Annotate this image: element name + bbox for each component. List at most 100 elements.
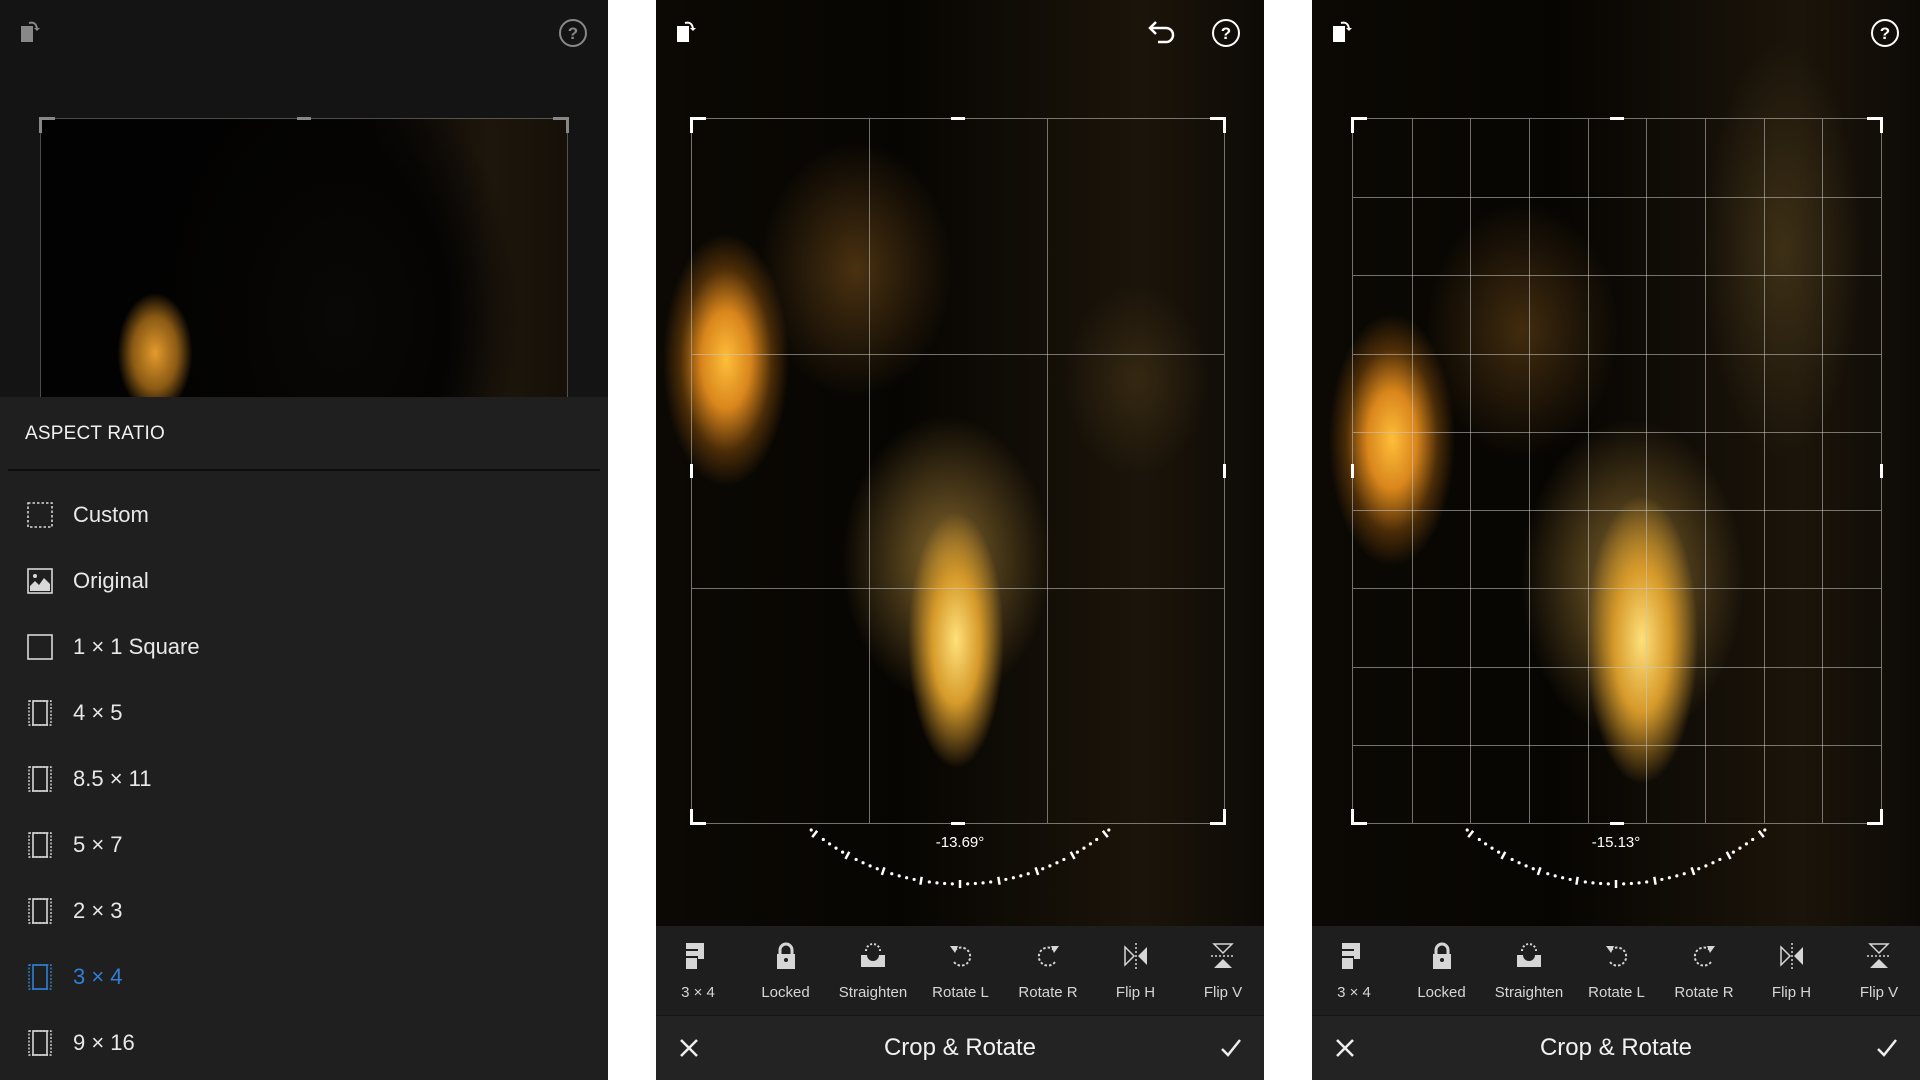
dial-tick [844,851,851,860]
aspect-ratio-item[interactable]: 4 × 5 [0,683,608,743]
grid-line [1353,588,1881,590]
dial-tick [1690,866,1696,876]
grid-line [1353,666,1881,668]
help-icon[interactable]: ? [1211,18,1241,48]
dial-dot [1088,842,1093,846]
bottom-edge-handle[interactable] [1610,822,1624,825]
tool-flip-horizontal[interactable]: Flip H [1748,926,1836,1015]
dial-tick [880,866,886,876]
dial-tick [1536,866,1542,876]
tool-flip-horizontal[interactable]: Flip H [1092,926,1180,1015]
bottom-edge-handle[interactable] [951,822,965,825]
tool-label: Rotate L [932,984,989,1001]
right-edge-handle[interactable] [1880,464,1883,478]
flip-horizontal-icon [1123,943,1147,969]
aspect-ratio-item[interactable]: Custom [0,485,608,545]
svg-text:?: ? [1880,24,1890,43]
dial-dot [935,881,939,885]
aspect-ratio-label: 1 × 1 Square [73,634,200,659]
rotate-canvas-icon[interactable] [20,18,50,48]
rotate-right-icon [1693,946,1715,967]
title-bar: Crop & Rotate [656,1015,1264,1080]
aspect-ratio-label: 2 × 3 [73,898,123,923]
dial-dot [1546,872,1550,876]
dial-tick [1034,866,1040,876]
aspect-ratio-item[interactable]: 3 × 4 [0,947,608,1007]
aspect-ratio-item[interactable]: 8.5 × 11 [0,749,608,809]
dial-dot [1531,867,1535,871]
dial-dot [1697,867,1701,871]
crop-frame[interactable] [690,117,1226,825]
tool-rotate-left[interactable]: Rotate L [917,926,1005,1015]
dial-dot [1062,857,1066,862]
dial-dot [861,861,865,865]
dial-dot [1490,846,1494,850]
left-edge-handle[interactable] [690,464,693,478]
tool-flip-vertical[interactable]: Flip V [1179,926,1264,1015]
check-icon[interactable] [1216,1033,1246,1063]
crop-toolbar: 3 × 4 Locked Straighten Rotate L Rotate R Fli… [656,926,1264,1015]
tool-aspect-ratio[interactable]: 3 × 4 [656,926,742,1015]
dial-dot [905,876,909,880]
svg-text:?: ? [568,24,578,43]
crop-frame[interactable] [1351,117,1883,825]
help-icon[interactable]: ? [1870,18,1900,48]
check-icon[interactable] [1872,1033,1902,1063]
dial-dot [868,864,872,868]
rotate-left-icon [1605,946,1627,967]
angle-readout: -13.69° [935,834,985,851]
dial-tick [997,876,1001,885]
dial-dot [1004,877,1008,882]
crop-frame[interactable] [39,117,569,398]
svg-text:?: ? [1221,24,1231,43]
dial-dot [827,842,832,846]
grid-line [1763,119,1765,823]
dial-dot [1075,850,1079,854]
grid-line [1587,119,1589,823]
rotate-canvas-icon[interactable] [1332,18,1362,48]
dial-dot [1591,881,1595,885]
tool-aspect-ratio[interactable]: 3 × 4 [1312,926,1398,1015]
grid-line [869,119,871,823]
grid-line [1411,119,1413,823]
aspect-ratio-item[interactable]: 9 × 16 [0,1013,608,1073]
dial-dot [1682,872,1686,876]
dial-dot [1483,842,1488,846]
tool-straighten[interactable]: Straighten [829,926,917,1015]
dial-dot [1744,842,1749,846]
tool-rotate-left[interactable]: Rotate L [1573,926,1661,1015]
tool-straighten[interactable]: Straighten [1485,926,1573,1015]
rotate-canvas-icon[interactable] [676,18,706,48]
top-edge-handle[interactable] [1610,117,1624,120]
aspect-ratio-item[interactable]: 2 × 3 [0,881,608,941]
tool-label: 3 × 4 [1337,984,1371,1001]
aspect-ratio-item[interactable]: Original [0,551,608,611]
straighten-icon [861,943,885,967]
portrait-frame-icon [28,1030,52,1056]
angle-readout: -15.13° [1591,834,1641,851]
help-icon[interactable]: ? [558,18,588,48]
portrait-frame-icon [28,700,52,726]
tool-lock[interactable]: Locked [742,926,830,1015]
dial-dot [1568,877,1572,882]
aspect-ratio-item[interactable]: 5 × 7 [0,815,608,875]
dial-dot [1675,874,1679,878]
aspect-ratio-label: Original [73,568,149,593]
left-edge-handle[interactable] [1351,464,1354,478]
dial-dot [809,828,813,832]
tool-label: Flip V [1859,984,1899,1001]
flip-vertical-icon [1867,943,1891,968]
dial-dot [834,846,838,850]
tool-lock[interactable]: Locked [1398,926,1486,1015]
top-edge-handle[interactable] [951,117,965,120]
dial-dot [927,880,931,884]
dial-dot [890,872,894,876]
tool-rotate-right[interactable]: Rotate R [1660,926,1748,1015]
aspect-ratio-item[interactable]: 1 × 1 Square [0,617,608,677]
undo-icon[interactable] [1146,18,1176,48]
dial-dot [1510,857,1514,862]
tool-flip-vertical[interactable]: Flip V [1835,926,1920,1015]
right-edge-handle[interactable] [1223,464,1226,478]
tool-rotate-right[interactable]: Rotate R [1004,926,1092,1015]
aspect-ratio-label: 3 × 4 [73,964,123,989]
